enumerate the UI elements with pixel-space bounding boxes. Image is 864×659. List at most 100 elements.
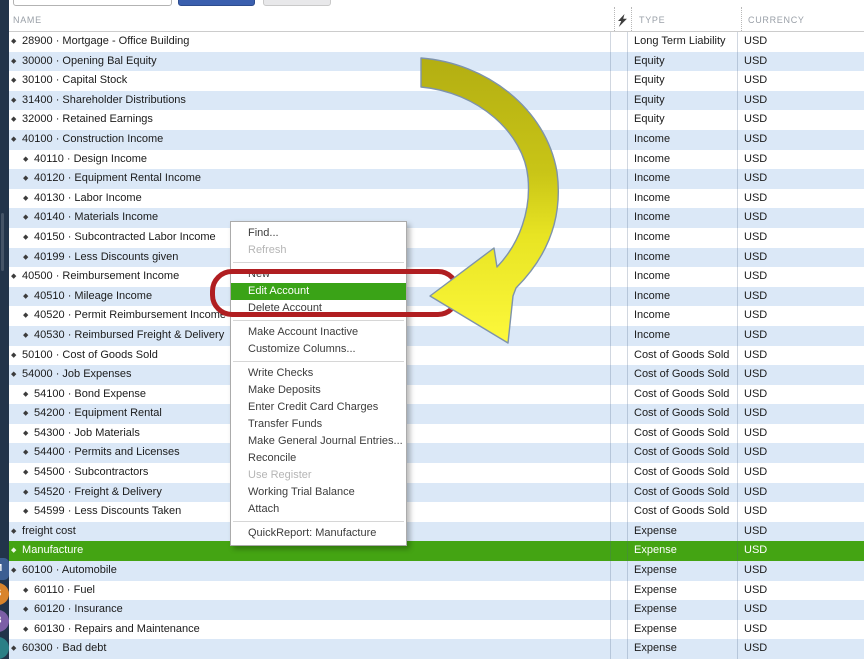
account-type: Cost of Goods Sold: [627, 365, 737, 385]
account-type: Cost of Goods Sold: [627, 502, 737, 522]
menu-item-write-checks[interactable]: Write Checks: [231, 365, 406, 382]
left-edge-strip: MSB: [0, 0, 9, 659]
account-row[interactable]: ◆ 54520 · Freight & Delivery Cost of Goo…: [9, 482, 864, 503]
diamond-icon: ◆: [23, 331, 29, 339]
account-currency: USD: [737, 463, 864, 483]
account-row[interactable]: ◆ 30100 · Capital Stock Equity USD: [9, 71, 864, 91]
attachment-cell: [610, 639, 627, 659]
menu-item-reconcile[interactable]: Reconcile: [231, 450, 406, 467]
diamond-icon: ◆: [11, 527, 17, 535]
account-name: 40110 · Design Income: [31, 152, 147, 165]
reset-button[interactable]: [263, 0, 331, 6]
account-row[interactable]: ◆ 32000 · Retained Earnings Equity USD: [9, 110, 864, 130]
account-row[interactable]: ◆ 54400 · Permits and Licenses Cost of G…: [9, 443, 864, 464]
diamond-icon: ◆: [23, 175, 29, 183]
account-currency: USD: [737, 443, 864, 464]
account-currency: USD: [737, 227, 864, 248]
account-row[interactable]: ◆ 40130 · Labor Income Income USD: [9, 188, 864, 209]
attachment-cell: [610, 51, 627, 72]
account-row[interactable]: ◆ 40110 · Design Income Income USD: [9, 149, 864, 170]
account-type: Cost of Goods Sold: [627, 345, 737, 366]
menu-item-attach[interactable]: Attach: [231, 501, 406, 518]
account-name: 40530 · Reimbursed Freight & Delivery: [31, 328, 225, 341]
account-row[interactable]: ◆ 30000 · Opening Bal Equity Equity USD: [9, 51, 864, 72]
account-currency: USD: [737, 71, 864, 91]
account-row[interactable]: ◆ 60300 · Bad debt Expense USD: [9, 639, 864, 659]
account-row[interactable]: ◆ 40120 · Equipment Rental Income Income…: [9, 169, 864, 189]
account-row[interactable]: ◆ 54000 · Job Expenses Cost of Goods Sol…: [9, 365, 864, 385]
column-header-type[interactable]: TYPE: [631, 7, 741, 31]
menu-item-find[interactable]: Find...: [231, 225, 406, 242]
account-currency: USD: [737, 541, 864, 562]
account-name: 28900 · Mortgage - Office Building: [19, 35, 190, 47]
account-type: Cost of Goods Sold: [627, 463, 737, 483]
account-row[interactable]: ◆ 60110 · Fuel Expense USD: [9, 580, 864, 601]
app-icon-s[interactable]: S: [0, 583, 9, 605]
account-name: 54500 · Subcontractors: [31, 466, 149, 479]
account-name: 50100 · Cost of Goods Sold: [19, 348, 158, 361]
account-row[interactable]: ◆ freight cost Expense USD: [9, 521, 864, 542]
account-row[interactable]: ◆ 40530 · Reimbursed Freight & Delivery …: [9, 325, 864, 346]
diamond-icon: ◆: [23, 312, 29, 320]
app-icon-m[interactable]: M: [0, 558, 9, 580]
menu-item-enter-credit-card-charges[interactable]: Enter Credit Card Charges: [231, 399, 406, 416]
account-currency: USD: [737, 482, 864, 503]
account-row[interactable]: ◆ 60100 · Automobile Expense USD: [9, 561, 864, 581]
column-header-name[interactable]: NAME: [9, 7, 614, 31]
account-row[interactable]: ◆ Manufacture Expense USD: [9, 541, 864, 562]
account-row[interactable]: ◆ 28900 · Mortgage - Office Building Lon…: [9, 32, 864, 52]
menu-item-make-general-journal-entries[interactable]: Make General Journal Entries...: [231, 433, 406, 450]
menu-item-customize-columns[interactable]: Customize Columns...: [231, 341, 406, 358]
diamond-icon: ◆: [23, 586, 29, 594]
menu-item-transfer-funds[interactable]: Transfer Funds: [231, 416, 406, 433]
account-row[interactable]: ◆ 54300 · Job Materials Cost of Goods So…: [9, 423, 864, 444]
diamond-icon: ◆: [23, 606, 29, 614]
app-icon-teal[interactable]: [0, 637, 9, 659]
app-icon-b[interactable]: B: [0, 610, 9, 632]
account-currency: USD: [737, 600, 864, 620]
account-type: Income: [627, 325, 737, 346]
menu-item-make-account-inactive[interactable]: Make Account Inactive: [231, 324, 406, 341]
account-name: 60120 · Insurance: [31, 603, 123, 616]
account-row[interactable]: ◆ 31400 · Shareholder Distributions Equi…: [9, 90, 864, 111]
diamond-icon: ◆: [11, 351, 17, 359]
account-type: Long Term Liability: [627, 32, 737, 52]
attachment-cell: [610, 482, 627, 503]
diamond-icon: ◆: [23, 233, 29, 241]
attachment-cell: [610, 286, 627, 307]
menu-item-quickreport-manufacture[interactable]: QuickReport: Manufacture: [231, 525, 406, 542]
menu-separator: [233, 521, 404, 522]
account-currency: USD: [737, 580, 864, 601]
search-input[interactable]: [13, 0, 172, 6]
account-currency: USD: [737, 208, 864, 228]
account-row[interactable]: ◆ 40140 · Materials Income Income USD: [9, 208, 864, 228]
account-row[interactable]: ◆ 60120 · Insurance Expense USD: [9, 600, 864, 620]
account-name: 40120 · Equipment Rental Income: [31, 172, 201, 185]
menu-item-make-deposits[interactable]: Make Deposits: [231, 382, 406, 399]
account-type: Income: [627, 247, 737, 268]
account-name: 40100 · Construction Income: [19, 132, 164, 145]
account-name: 60300 · Bad debt: [19, 642, 107, 655]
column-header-attachments[interactable]: [614, 7, 631, 31]
account-row[interactable]: ◆ 40100 · Construction Income Income USD: [9, 129, 864, 150]
account-type: Expense: [627, 619, 737, 640]
account-row[interactable]: ◆ 54599 · Less Discounts Taken Cost of G…: [9, 502, 864, 522]
account-row[interactable]: ◆ 54100 · Bond Expense Cost of Goods Sol…: [9, 384, 864, 405]
account-type: Equity: [627, 71, 737, 91]
diamond-icon: ◆: [23, 469, 29, 477]
attachment-cell: [610, 247, 627, 268]
account-row[interactable]: ◆ 54200 · Equipment Rental Cost of Goods…: [9, 404, 864, 424]
diamond-icon: ◆: [11, 567, 17, 575]
account-row[interactable]: ◆ 54500 · Subcontractors Cost of Goods S…: [9, 463, 864, 483]
account-row[interactable]: ◆ 60130 · Repairs and Maintenance Expens…: [9, 619, 864, 640]
attachment-cell: [610, 169, 627, 189]
column-header-currency[interactable]: CURRENCY: [741, 7, 864, 31]
account-row[interactable]: ◆ 40150 · Subcontracted Labor Income Inc…: [9, 227, 864, 248]
attachment-cell: [610, 561, 627, 581]
search-button[interactable]: [178, 0, 255, 6]
account-row[interactable]: ◆ 40199 · Less Discounts given Income US…: [9, 247, 864, 268]
account-row[interactable]: ◆ 50100 · Cost of Goods Sold Cost of Goo…: [9, 345, 864, 366]
menu-separator: [233, 262, 404, 263]
attachment-cell: [610, 149, 627, 170]
menu-item-working-trial-balance[interactable]: Working Trial Balance: [231, 484, 406, 501]
